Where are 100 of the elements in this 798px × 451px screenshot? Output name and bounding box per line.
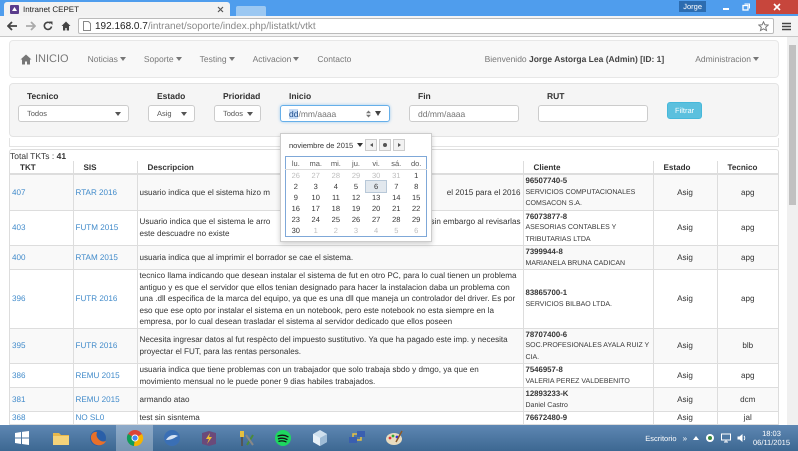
close-icon	[773, 3, 781, 11]
forward-arrow-icon	[24, 21, 36, 31]
today-button[interactable]	[379, 139, 392, 151]
home-icon	[61, 21, 71, 31]
system-link[interactable]: FUTR 2016	[76, 341, 118, 350]
nav-menu-item[interactable]: Activacion	[244, 54, 308, 64]
technician-text: dcm	[740, 394, 756, 404]
browser-tab[interactable]: Intranet CEPET	[4, 2, 230, 16]
tab-title: Intranet CEPET	[23, 4, 80, 14]
rut-field[interactable]	[538, 105, 648, 122]
ticket-link[interactable]: 386	[12, 370, 26, 380]
status-text: Asig	[677, 370, 693, 380]
page-icon	[83, 21, 91, 31]
ticket-link[interactable]: 396	[12, 294, 26, 303]
caret-icon[interactable]	[375, 111, 381, 116]
nav-menu-item[interactable]: Testing	[190, 54, 244, 64]
restore-icon	[742, 3, 750, 11]
caret-icon	[228, 57, 235, 61]
menu-icon	[782, 22, 790, 30]
shield-icon[interactable]	[705, 433, 716, 443]
caret-icon	[181, 112, 187, 116]
caret-icon	[120, 57, 126, 61]
caret-icon	[753, 57, 759, 61]
ticket-link[interactable]: 407	[12, 188, 26, 196]
date-field[interactable]: dd/mm/aaaa	[409, 105, 519, 122]
status-text: Asig	[677, 223, 693, 232]
spinner-icon[interactable]	[366, 110, 371, 118]
triangle-right-icon	[398, 143, 401, 147]
description-text: armando atao	[140, 394, 190, 404]
scrollbar[interactable]	[787, 37, 798, 425]
technician-text: blb	[742, 341, 754, 350]
status-text: Asig	[677, 188, 693, 196]
system-link[interactable]: FUTR 2016	[76, 294, 118, 303]
nav-menu-item[interactable]: Noticias	[78, 54, 135, 64]
date-field[interactable]: dd/mm/aaaa	[280, 105, 390, 122]
window-close-button[interactable]	[756, 0, 798, 14]
technician-text: apg	[740, 252, 754, 262]
dot-icon	[383, 143, 388, 147]
technician-text: apg	[740, 188, 754, 196]
next-month-button[interactable]	[393, 139, 406, 151]
filter-label: Inicio	[288, 91, 312, 101]
previous-month-button[interactable]	[365, 139, 378, 151]
description-text: este descuadre no existe	[140, 228, 230, 240]
system-link[interactable]: FUTM 2015	[76, 223, 118, 232]
caret-icon	[357, 143, 364, 147]
address-bar[interactable]: 192.168.0.7/intranet/soporte/index.php/listatkt/vtkt	[78, 18, 774, 34]
filter-label: Estado	[156, 91, 186, 101]
ticket-link[interactable]: 381	[12, 394, 26, 404]
description-text: Necesita ingresar datos al fut respècto del impuesto sustitutivo. Ya que ha pagado este imp. y necesita proyectar el FUT, para las rentas personales.	[140, 335, 508, 356]
caret-icon	[293, 57, 300, 61]
system-link[interactable]: NO SL0	[76, 413, 104, 422]
ticket-link[interactable]: 395	[12, 341, 26, 350]
star-icon[interactable]	[758, 20, 769, 32]
home-link[interactable]: INICIO	[20, 53, 69, 65]
ticket-link[interactable]: 400	[12, 252, 26, 262]
admin-menu-item[interactable]: Administracion	[686, 54, 768, 64]
technician-text: apg	[740, 223, 754, 232]
monitor-icon[interactable]	[721, 433, 732, 443]
caret-icon	[176, 57, 182, 61]
wheel-icon	[124, 428, 144, 448]
welcome-text: Bienvenido Jorge Astorga Lea (Admin) [ID: 1]	[484, 54, 664, 64]
reload-button[interactable]	[42, 20, 54, 32]
chevron-up-icon[interactable]	[693, 436, 700, 440]
system-link[interactable]: REMU 2015	[76, 370, 120, 380]
description-text: usuario indica que el sistema hizo m	[140, 186, 270, 198]
caret-icon	[115, 112, 121, 116]
ticket-link[interactable]: 368	[12, 413, 26, 422]
description-text: el 2015 para el 2016	[446, 186, 520, 198]
system-link[interactable]: RTAR 2016	[76, 188, 118, 196]
technician-text: jal	[744, 413, 752, 422]
status-text: Asig	[677, 294, 693, 303]
home-button[interactable]	[60, 20, 72, 32]
url-text: 192.168.0.7/intranet/soporte/index.php/listatkt/vtkt	[95, 20, 316, 32]
back-button[interactable]	[6, 20, 18, 32]
page-favicon-icon	[10, 4, 19, 14]
scrollbar-thumb[interactable]	[789, 45, 796, 205]
toolbar-overflow[interactable]: »	[682, 434, 688, 442]
ticket-link[interactable]: 403	[12, 223, 26, 232]
filter-label: Tecnico	[26, 91, 60, 101]
nav-menu-item[interactable]: Contacto	[308, 54, 360, 64]
description-text: Usuario indica que el sistema le arro	[140, 216, 270, 228]
close-icon[interactable]	[217, 6, 224, 12]
description-text: test sin sisntema	[140, 413, 200, 422]
windows-logo-icon	[15, 431, 29, 445]
speaker-icon[interactable]	[737, 433, 748, 443]
back-arrow-icon	[6, 21, 18, 31]
technician-text: apg	[740, 294, 754, 303]
reload-icon	[43, 21, 53, 31]
nav-menu-item[interactable]: Soporte	[134, 54, 191, 64]
palette-icon	[384, 428, 404, 448]
caret-icon	[247, 112, 253, 116]
menu-button[interactable]	[780, 20, 792, 32]
description-text: usuaria indica que al imprimir el borrador se cae el sistema.	[140, 252, 354, 262]
status-text: Asig	[677, 413, 693, 422]
filter-label: Prioridad	[222, 91, 261, 101]
status-text: Asig	[677, 252, 693, 262]
description-text: tecnico llama indicando que desean instalar el sistema de fut en otro PC, para lo cual tienen un problema antiguo y es que el servidor que ellos tenian designado para hacer la instalacion daba un problema con una .dll especifica de la marca del equipo, ya que es una dll que maneja un controlador del driver. Es por eso que ese opto por instalar el sistema en un notebook, pero este notebook no esta siempre en la empresa, por lo cual desean trasladar el sistema al servidor dedicado que ellos poseen	[140, 271, 517, 326]
sound-wave-icon	[272, 428, 292, 448]
triangle-left-icon	[370, 143, 373, 147]
bird-globe-icon	[162, 428, 182, 448]
